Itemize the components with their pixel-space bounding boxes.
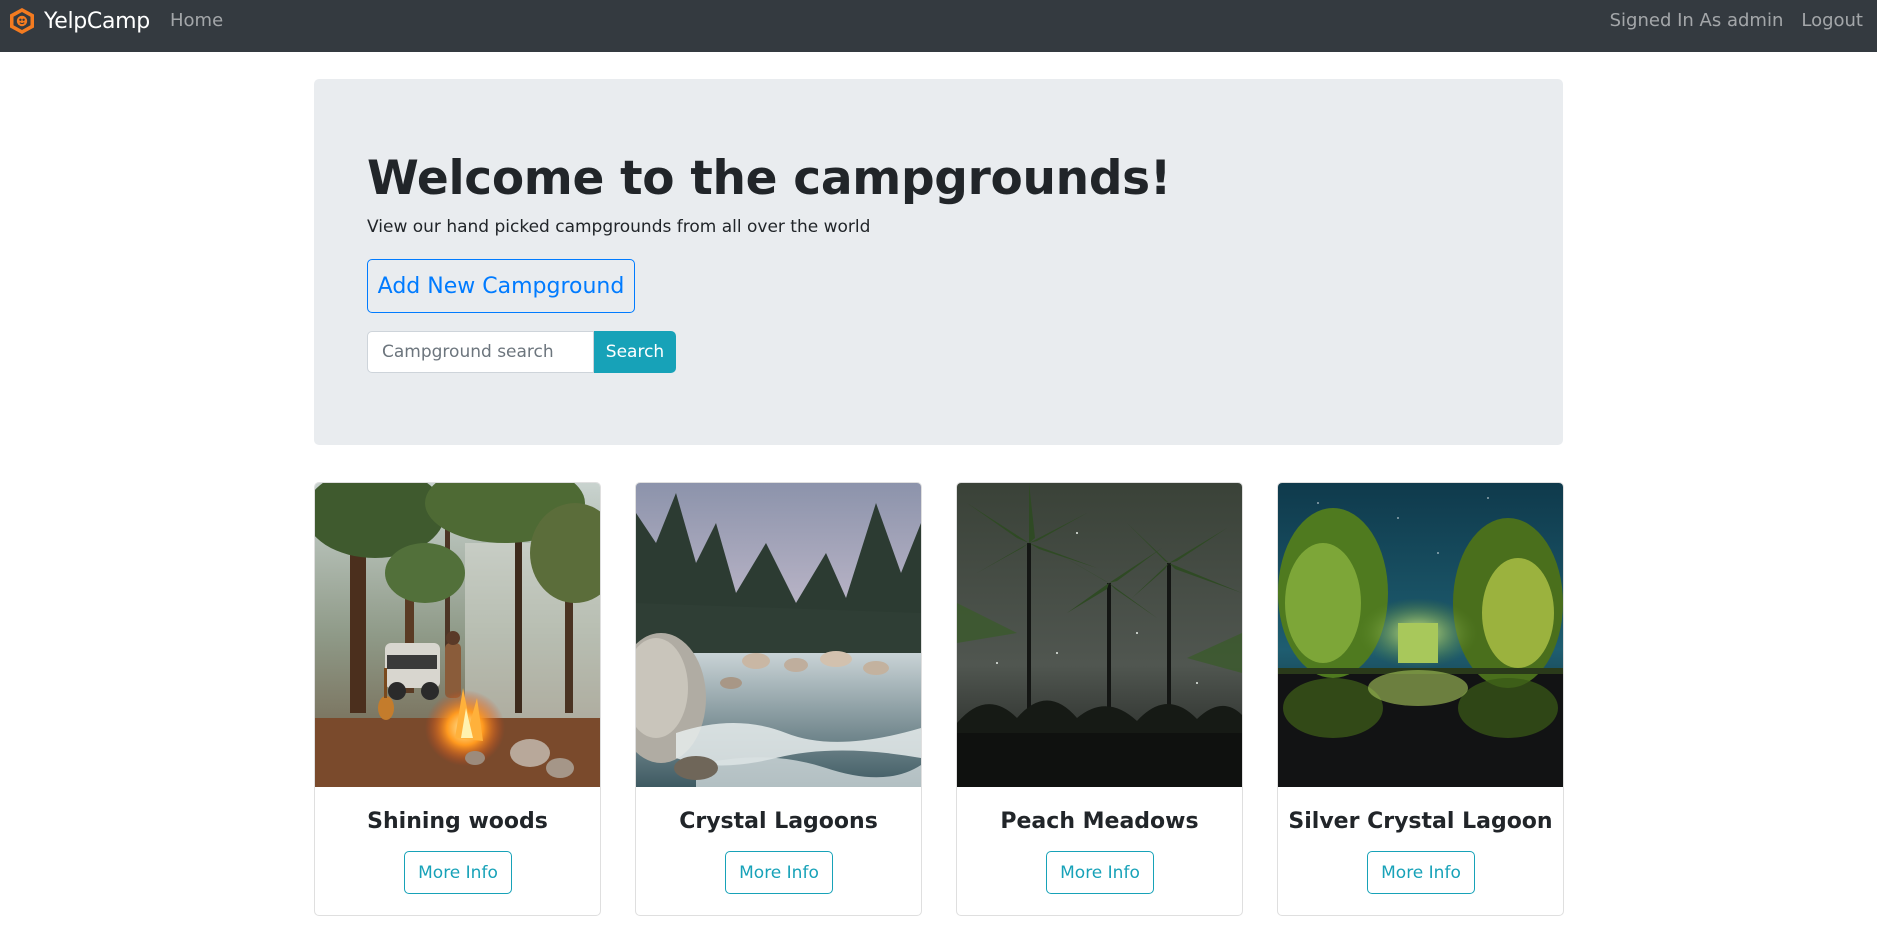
brand-link[interactable]: YelpCamp (8, 8, 150, 34)
page-title: Welcome to the campgrounds! (367, 151, 1171, 206)
yelpcamp-logo-icon (10, 8, 34, 34)
page-subtitle: View our hand picked campgrounds from al… (367, 217, 871, 237)
campground-card: Crystal Lagoons More Info (635, 482, 922, 916)
campground-card: Peach Meadows More Info (956, 482, 1243, 916)
brand-name: YelpCamp (44, 8, 150, 34)
campground-image[interactable] (636, 483, 921, 787)
more-info-button[interactable]: More Info (1367, 851, 1475, 894)
nav-home-link[interactable]: Home (170, 10, 223, 31)
campground-card: Silver Crystal Lagoon More Info (1277, 482, 1564, 916)
campground-image[interactable] (957, 483, 1242, 787)
campground-image[interactable] (315, 483, 600, 787)
jumbotron: Welcome to the campgrounds! View our han… (314, 79, 1563, 445)
more-info-button[interactable]: More Info (1046, 851, 1154, 894)
campground-name: Silver Crystal Lagoon (1288, 809, 1553, 834)
add-campground-button[interactable]: Add New Campground (367, 259, 635, 313)
search-input[interactable] (367, 331, 594, 373)
campground-name: Peach Meadows (1000, 809, 1199, 834)
campground-name: Shining woods (367, 809, 548, 834)
nav-user-area: Signed In As admin Logout (1610, 10, 1863, 31)
search-form: Search (367, 331, 676, 373)
campground-image[interactable] (1278, 483, 1563, 787)
more-info-button[interactable]: More Info (404, 851, 512, 894)
logout-link[interactable]: Logout (1801, 10, 1863, 31)
more-info-button[interactable]: More Info (725, 851, 833, 894)
signed-in-link[interactable]: Signed In As admin (1610, 10, 1784, 31)
campground-card: Shining woods More Info (314, 482, 601, 916)
campground-grid: Shining woods More Info Crystal Lagoons … (314, 482, 1564, 916)
navbar: YelpCamp Home Signed In As admin Logout (0, 0, 1877, 52)
search-button[interactable]: Search (594, 331, 676, 373)
campground-name: Crystal Lagoons (679, 809, 878, 834)
